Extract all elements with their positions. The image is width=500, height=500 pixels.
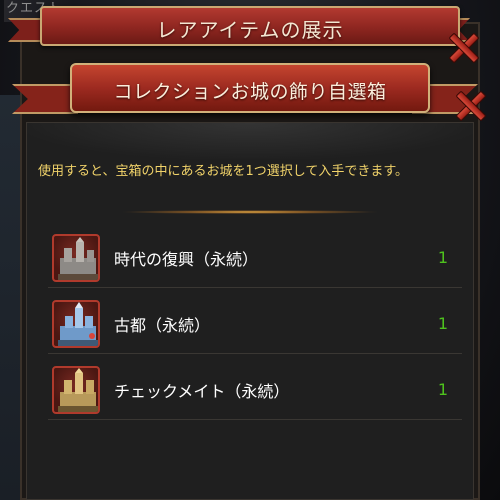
back-dialog-title-banner: レアアイテムの展示 xyxy=(40,6,460,46)
blue-castle-icon[interactable] xyxy=(52,300,100,348)
front-dialog-title-banner: コレクションお城の飾り自選箱 xyxy=(70,63,430,113)
gold-divider xyxy=(120,210,380,214)
item-name: チェックメイト（永続） xyxy=(114,382,290,401)
item-name: 古都（永続） xyxy=(114,316,211,335)
description-text: 使用すると、宝箱の中にあるお城を1つ選択して入手できます。 xyxy=(38,164,409,179)
gold-castle-icon[interactable] xyxy=(52,366,100,414)
back-close-icon[interactable] xyxy=(446,30,480,64)
gray-castle-icon[interactable] xyxy=(52,234,100,282)
front-close-icon[interactable] xyxy=(453,88,487,122)
item-name: 時代の復興（永続） xyxy=(114,250,259,269)
item-quantity: 1 xyxy=(437,314,448,333)
list-item[interactable]: チェックメイト（永続） 1 xyxy=(48,360,462,420)
front-dialog-title: コレクションお城の飾り自選箱 xyxy=(113,81,387,103)
back-dialog-title: レアアイテムの展示 xyxy=(156,18,344,42)
item-quantity: 1 xyxy=(437,248,448,267)
row-divider xyxy=(48,419,462,420)
list-item[interactable]: 古都（永続） 1 xyxy=(48,294,462,354)
row-divider xyxy=(48,287,462,288)
item-quantity: 1 xyxy=(437,380,448,399)
row-divider xyxy=(48,353,462,354)
list-item[interactable]: 時代の復興（永続） 1 xyxy=(48,228,462,288)
